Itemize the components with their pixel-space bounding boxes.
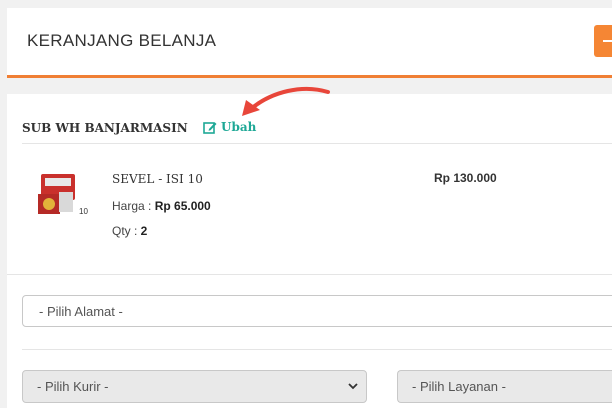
divider: [22, 143, 612, 144]
service-placeholder: - Pilih Layanan -: [412, 379, 506, 394]
product-thumbnail: 10: [38, 174, 88, 216]
add-button[interactable]: [594, 25, 612, 57]
price-row: Harga : Rp 65.000: [112, 199, 211, 213]
courier-select[interactable]: - Pilih Kurir -: [22, 370, 367, 403]
page-title: KERANJANG BELANJA: [27, 31, 217, 50]
page-header: KERANJANG BELANJA: [7, 8, 612, 78]
divider: [22, 349, 612, 350]
thumb-badge: 10: [79, 207, 88, 216]
product-name: SEVEL - ISI 10: [112, 172, 203, 186]
annotation-arrow-icon: [242, 86, 330, 116]
qty-label: Qty :: [112, 224, 141, 238]
divider: [7, 274, 612, 275]
qty-row: Qty : 2: [112, 224, 147, 238]
courier-placeholder: - Pilih Kurir -: [37, 379, 109, 394]
address-placeholder: - Pilih Alamat -: [39, 303, 123, 319]
edit-store-link[interactable]: Ubah: [203, 120, 256, 134]
service-select[interactable]: - Pilih Layanan -: [397, 370, 612, 403]
edit-store-label: Ubah: [221, 120, 257, 134]
cart-card: SUB WH BANJARMASIN Ubah 10 SEVEL - ISI 1…: [7, 86, 612, 408]
unit-price: Rp 65.000: [154, 199, 211, 213]
address-select[interactable]: - Pilih Alamat -: [22, 295, 612, 327]
edit-icon: [203, 121, 217, 134]
qty-value: 2: [140, 224, 148, 238]
price-label: Harga :: [112, 199, 155, 213]
store-name: SUB WH BANJARMASIN: [22, 121, 188, 135]
chevron-down-icon: [348, 383, 358, 390]
item-total: Rp 130.000: [434, 171, 497, 185]
